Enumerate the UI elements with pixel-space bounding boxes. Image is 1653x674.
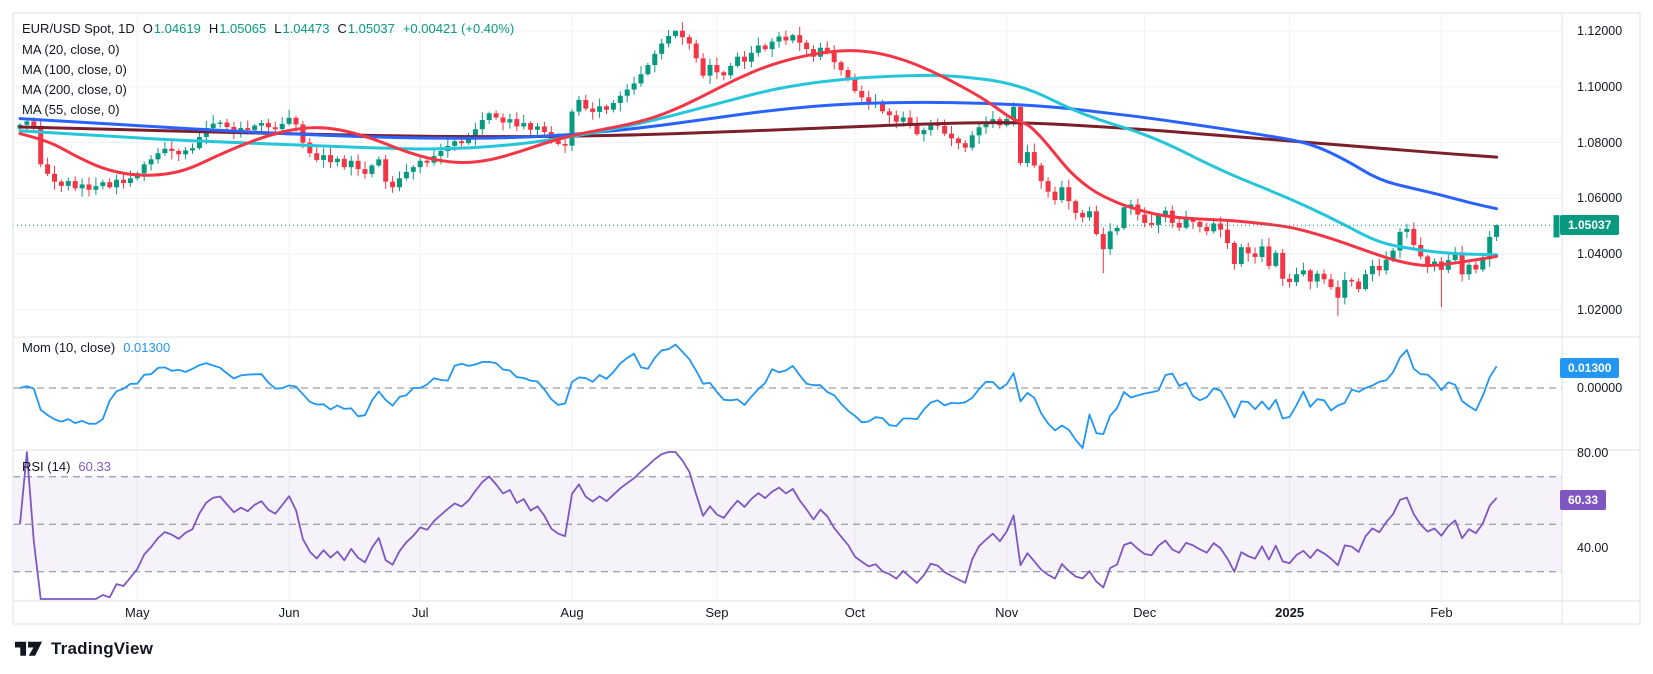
price-axis-label: 1.04000 (1577, 246, 1622, 262)
current-price-badge: 1.05037 (1560, 215, 1619, 235)
mom-pane[interactable] (13, 345, 1562, 449)
tradingview-logo-icon (14, 638, 43, 659)
tradingview-chart[interactable]: EUR/USD Spot, 1D O1.04619 H1.05065 L1.04… (0, 0, 1653, 674)
time-axis-label: Nov (995, 605, 1018, 620)
mom-value-badge: 0.01300 (1560, 358, 1619, 378)
ma55-legend: MA (55, close, 0) (22, 102, 120, 117)
mom-zero-label: 0.00000 (1577, 380, 1622, 396)
ohlc-close: C1.05037 (337, 21, 394, 36)
momentum-label: Mom (10, close) (22, 340, 115, 355)
rsi-pane[interactable] (13, 452, 1562, 599)
ma100-legend: MA (100, close, 0) (22, 62, 127, 77)
tradingview-logo[interactable]: TradingView (14, 638, 153, 659)
time-axis-label: Aug (560, 605, 583, 620)
ohlc-low: L1.04473 (274, 21, 329, 36)
price-axis-label: 1.10000 (1577, 79, 1622, 95)
time-axis-label: Feb (1430, 605, 1452, 620)
candlestick-series[interactable] (18, 22, 1500, 316)
price-axis-label: 1.08000 (1577, 135, 1622, 151)
price-axis-label: 1.02000 (1577, 302, 1622, 318)
ohlc-high: H1.05065 (209, 21, 266, 36)
symbol-title: EUR/USD Spot, 1D (22, 21, 135, 36)
rsi-label: RSI (14) (22, 459, 70, 474)
rsi-axis-label: 40.00 (1577, 540, 1608, 556)
time-axis-label: Sep (705, 605, 728, 620)
time-axis-label: Oct (845, 605, 865, 620)
momentum-line (20, 345, 1497, 449)
ma20-legend: MA (20, close, 0) (22, 42, 120, 57)
price-axis-label: 1.12000 (1577, 23, 1622, 39)
rsi-value-badge: 60.33 (1560, 490, 1606, 510)
ohlc-open: O1.04619 (143, 21, 201, 36)
time-axis-label: May (125, 605, 150, 620)
tradingview-logo-text: TradingView (51, 639, 153, 659)
edge-bar (1554, 215, 1560, 237)
chart-canvas[interactable] (0, 0, 1653, 674)
ma200-legend: MA (200, close, 0) (22, 82, 127, 97)
rsi-axis-label: 80.00 (1577, 445, 1608, 461)
time-axis-label: Dec (1133, 605, 1156, 620)
rsi-value: 60.33 (78, 459, 111, 474)
change-value: +0.00421 (+0.40%) (403, 21, 514, 36)
time-axis-label: Jul (412, 605, 429, 620)
time-axis-label: 2025 (1275, 605, 1304, 620)
symbol-legend: EUR/USD Spot, 1D O1.04619 H1.05065 L1.04… (22, 21, 514, 36)
ma-200-line (20, 123, 1497, 157)
price-axis-label: 1.06000 (1577, 190, 1622, 206)
momentum-legend: Mom (10, close) 0.01300 (22, 340, 170, 355)
time-axis-label: Jun (279, 605, 300, 620)
ma-20-line (20, 51, 1497, 266)
momentum-value: 0.01300 (123, 340, 170, 355)
ma-55-line (20, 75, 1497, 254)
rsi-legend: RSI (14) 60.33 (22, 459, 111, 474)
